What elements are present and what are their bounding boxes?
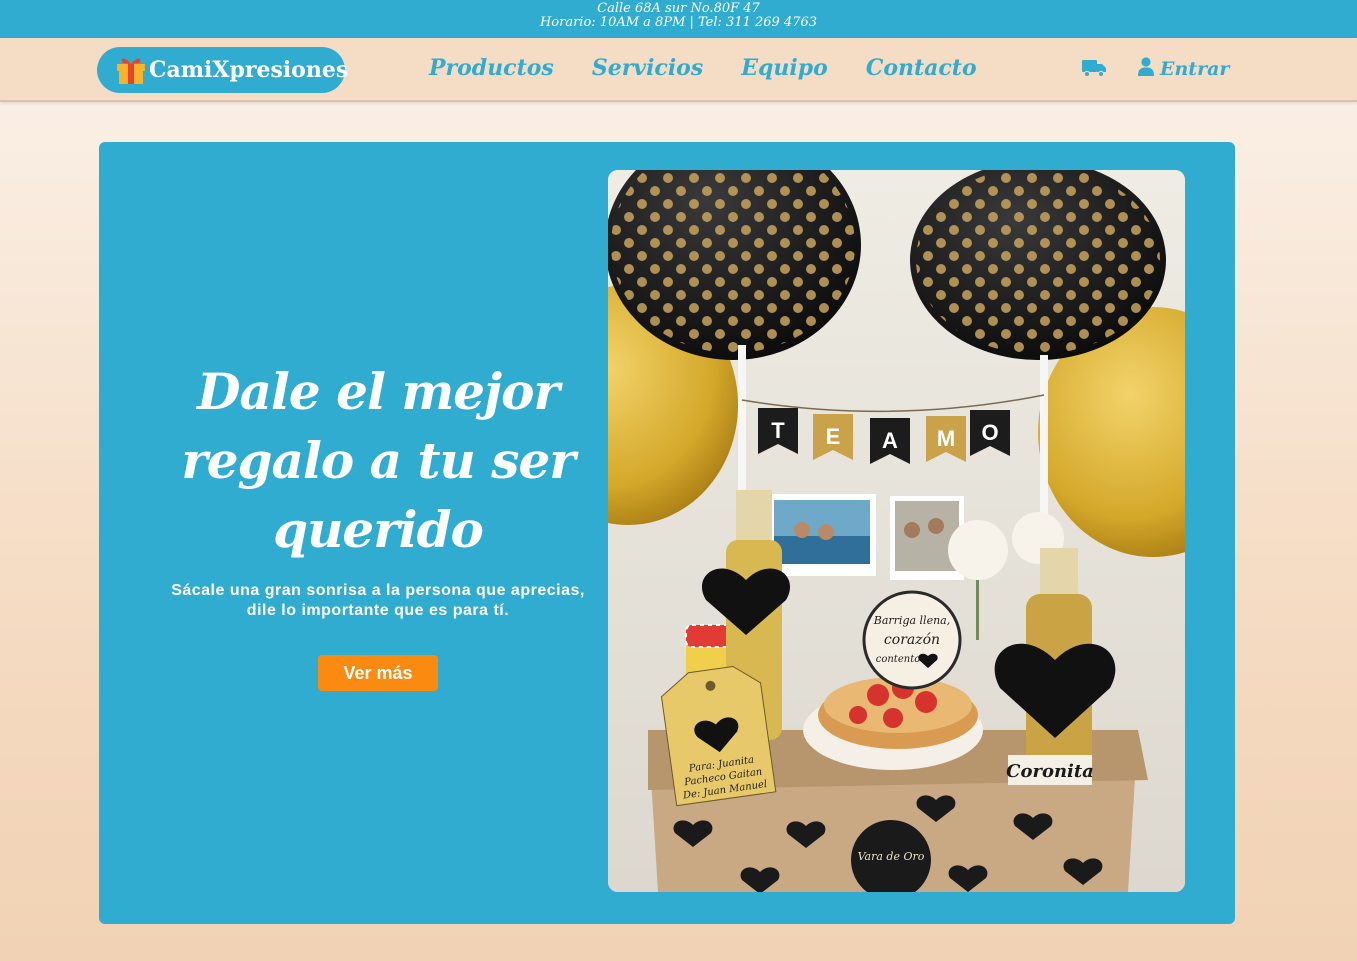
brand-name: CamiXpresiones [149,57,349,83]
hero-banner: Dale el mejor regalo a tu ser querido Sá… [99,142,1235,924]
badge-line-3: contento [876,654,920,665]
navbar: CamiXpresiones Productos Servicios Equip… [0,38,1357,102]
main-nav: Productos Servicios Equipo Contacto [429,55,977,81]
brand-logo[interactable]: CamiXpresiones [97,47,349,93]
login-link[interactable]: Entrar [1138,57,1229,81]
banner-letter-o: O [981,420,998,445]
hero-title: Dale el mejor regalo a tu ser querido [181,362,575,559]
banner-letter-e: E [826,424,841,449]
nav-contacto[interactable]: Contacto [866,55,977,81]
banner-letter-a: A [882,428,898,453]
hero-subtitle: Sácale una gran sonrisa a la persona que… [171,582,585,619]
gift-box-photo: T E A M O Coronita Barriga llena, corazó… [608,170,1185,892]
gift-icon [115,55,147,85]
banner-letter-t: T [771,418,785,443]
banner-letter-m: M [937,426,955,451]
nav-productos[interactable]: Productos [429,55,554,81]
bottle-label: Coronita [1006,761,1094,782]
badge-line-1: Barriga llena, [873,614,950,627]
user-icon [1138,57,1154,81]
ver-mas-button[interactable]: Ver más [318,655,438,691]
address-text: Calle 68A sur No.80F 47 [597,1,760,16]
hero-text-block: Dale el mejor regalo a tu ser querido Sá… [159,357,597,691]
hours-phone-text: Horario: 10AM a 8PM | Tel: 311 269 4763 [539,15,818,30]
truck-icon[interactable] [1082,59,1106,77]
login-label: Entrar [1160,58,1230,80]
top-info-bar: Calle 68A sur No.80F 47 Horario: 10AM a … [0,0,1357,38]
badge-line-2: corazón [884,632,940,648]
box-seal-text: Vara de Oro [858,850,925,863]
nav-servicios[interactable]: Servicios [592,55,703,81]
nav-equipo[interactable]: Equipo [741,55,828,81]
